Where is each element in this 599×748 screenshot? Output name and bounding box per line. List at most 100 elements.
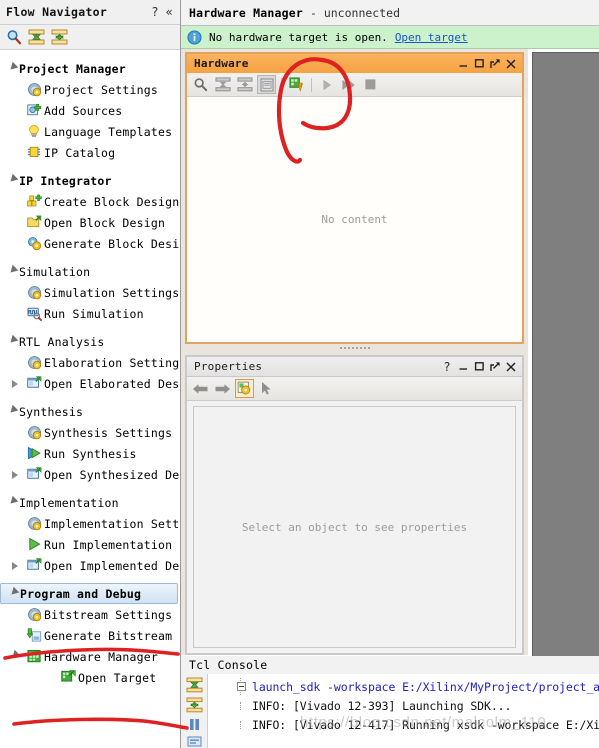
- flow-section-implementation[interactable]: Implementation: [0, 492, 180, 513]
- settings-gear-icon: [24, 516, 44, 531]
- help-button[interactable]: ?: [439, 359, 455, 375]
- flow-section-project-manager[interactable]: Project Manager: [0, 58, 180, 79]
- open-target-icon[interactable]: [287, 75, 306, 94]
- flow-item-label: Generate Bitstream: [44, 628, 173, 643]
- expand-all-icon[interactable]: [186, 697, 203, 713]
- expand-all-icon[interactable]: [51, 29, 68, 45]
- collapse-all-icon[interactable]: [28, 29, 45, 45]
- tcl-console-line: INFO: [Vivado 12-393] Launching SDK...: [208, 696, 599, 715]
- flow-item-hardware-manager[interactable]: Hardware Manager: [0, 646, 180, 667]
- chevron-down-icon[interactable]: [6, 61, 19, 73]
- vivado-window: Flow Navigator ? « Project Manager Proje…: [0, 0, 599, 748]
- flow-section-rtl-analysis[interactable]: RTL Analysis: [0, 331, 180, 352]
- chevron-right-icon[interactable]: [6, 379, 24, 388]
- chevron-right-icon[interactable]: [6, 470, 24, 479]
- float-button[interactable]: [487, 56, 503, 72]
- minimize-button[interactable]: [455, 56, 471, 72]
- stop-icon[interactable]: [361, 75, 380, 94]
- collapse-all-icon[interactable]: [186, 677, 203, 693]
- chevron-right-icon[interactable]: [6, 561, 24, 570]
- flow-section-synthesis[interactable]: Synthesis: [0, 401, 180, 422]
- panel-splitter[interactable]: [181, 344, 528, 352]
- hardware-panel-body[interactable]: No content: [187, 97, 522, 342]
- flow-navigator-title: Flow Navigator: [6, 5, 108, 19]
- flow-item-open-block-design[interactable]: Open Block Design: [0, 212, 180, 233]
- properties-icon[interactable]: [235, 379, 254, 398]
- run-trigger-immediate-icon[interactable]: [339, 75, 358, 94]
- flow-item-implementation-settings[interactable]: Implementation Settings: [0, 513, 180, 534]
- tcl-console-body: launch_sdk -workspace E:/Xilinx/MyProjec…: [181, 674, 599, 748]
- minimize-button[interactable]: [455, 359, 471, 375]
- flow-item-project-settings[interactable]: Project Settings: [0, 79, 180, 100]
- flow-item-ip-catalog[interactable]: IP Catalog: [0, 142, 180, 163]
- flow-navigator-header: Flow Navigator ? «: [0, 0, 180, 25]
- maximize-button[interactable]: [471, 56, 487, 72]
- chevron-down-icon[interactable]: [6, 649, 24, 661]
- flow-item-open-implemented-design[interactable]: Open Implemented Design: [0, 555, 180, 576]
- flow-section-program-and-debug[interactable]: Program and Debug: [0, 583, 178, 604]
- auto-connect-icon[interactable]: [257, 75, 276, 94]
- dock-workarea: Hardware No content Properties ? Select …: [181, 49, 599, 656]
- chevron-down-icon[interactable]: [6, 404, 19, 416]
- pause-icon[interactable]: [187, 717, 202, 732]
- flow-item-open-target[interactable]: Open Target: [0, 667, 180, 688]
- flow-section-ip-integrator[interactable]: IP Integrator: [0, 170, 180, 191]
- settings-gear-icon: [24, 355, 44, 370]
- flow-item-synthesis-settings[interactable]: Synthesis Settings: [0, 422, 180, 443]
- maximize-button[interactable]: [471, 359, 487, 375]
- lightbulb-icon: [24, 124, 44, 139]
- flow-item-generate-bitstream[interactable]: Generate Bitstream: [0, 625, 180, 646]
- flow-item-label: Open Target: [78, 670, 157, 685]
- flow-navigator-tree[interactable]: Project Manager Project Settings Add Sourc…: [0, 50, 180, 748]
- flow-item-simulation-settings[interactable]: Simulation Settings: [0, 282, 180, 303]
- flow-item-language-templates[interactable]: Language Templates: [0, 121, 180, 142]
- collapse-panel-button[interactable]: «: [162, 5, 176, 19]
- help-button[interactable]: ?: [148, 5, 162, 19]
- chevron-down-icon[interactable]: [6, 334, 19, 346]
- tcl-console-text: INFO: [Vivado 12-393] Launching SDK...: [252, 698, 512, 713]
- collapse-toggle-icon[interactable]: [236, 682, 246, 691]
- back-arrow-icon[interactable]: [191, 379, 210, 398]
- flow-item-generate-block-design[interactable]: Generate Block Design: [0, 233, 180, 254]
- close-button[interactable]: [503, 359, 519, 375]
- clear-icon[interactable]: [187, 736, 202, 748]
- flow-item-run-implementation[interactable]: Run Implementation: [0, 534, 180, 555]
- flow-item-add-sources[interactable]: Add Sources: [0, 100, 180, 121]
- flow-section-simulation[interactable]: Simulation: [0, 261, 180, 282]
- flow-item-run-synthesis[interactable]: Run Synthesis: [0, 443, 180, 464]
- select-pointer-icon[interactable]: [257, 379, 276, 398]
- forward-arrow-icon[interactable]: [213, 379, 232, 398]
- flow-item-label: Implementation Settings: [44, 516, 180, 531]
- flow-item-open-elaborated-design[interactable]: Open Elaborated Design: [0, 373, 180, 394]
- expand-all-icon[interactable]: [235, 75, 254, 94]
- right-empty-dock: [530, 49, 599, 656]
- open-target-link[interactable]: Open target: [395, 31, 468, 44]
- float-button[interactable]: [487, 359, 503, 375]
- properties-panel-body[interactable]: Select an object to see properties: [187, 401, 522, 653]
- flow-item-label: Generate Block Design: [44, 236, 180, 251]
- flow-section-label: Project Manager: [19, 61, 126, 76]
- flow-item-create-block-design[interactable]: Create Block Design: [0, 191, 180, 212]
- flow-item-bitstream-settings[interactable]: Bitstream Settings: [0, 604, 180, 625]
- fold-gutter[interactable]: [230, 678, 252, 695]
- tcl-console-output[interactable]: launch_sdk -workspace E:/Xilinx/MyProjec…: [207, 674, 599, 748]
- tcl-console-sidebar: [181, 674, 207, 748]
- run-trigger-icon[interactable]: [317, 75, 336, 94]
- search-icon[interactable]: [6, 29, 22, 45]
- chevron-down-icon[interactable]: [6, 264, 19, 276]
- banner-message: No hardware target is open.: [209, 30, 388, 44]
- chevron-down-icon[interactable]: [7, 586, 20, 598]
- flow-item-label: Run Implementation: [44, 537, 173, 552]
- chevron-down-icon[interactable]: [6, 173, 19, 185]
- flow-item-open-synthesized-design[interactable]: Open Synthesized Design: [0, 464, 180, 485]
- flow-item-elaboration-settings[interactable]: Elaboration Settings: [0, 352, 180, 373]
- close-button[interactable]: [503, 56, 519, 72]
- collapse-all-icon[interactable]: [213, 75, 232, 94]
- flow-item-label: IP Catalog: [44, 145, 116, 160]
- search-icon[interactable]: [191, 75, 210, 94]
- chevron-down-icon[interactable]: [6, 495, 19, 507]
- flow-item-run-simulation[interactable]: Run Simulation: [0, 303, 180, 324]
